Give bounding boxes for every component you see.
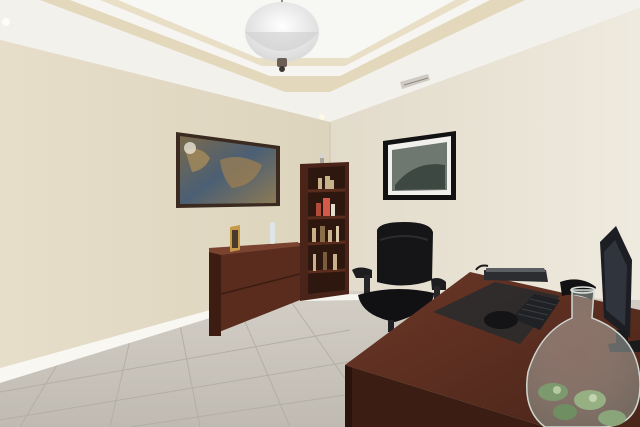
home-office-photo: [0, 0, 640, 427]
photo-canvas: [0, 0, 640, 427]
computer-mouse: [484, 311, 518, 329]
framed-photo-artwork: [383, 131, 456, 200]
bookshelf: [300, 153, 349, 301]
